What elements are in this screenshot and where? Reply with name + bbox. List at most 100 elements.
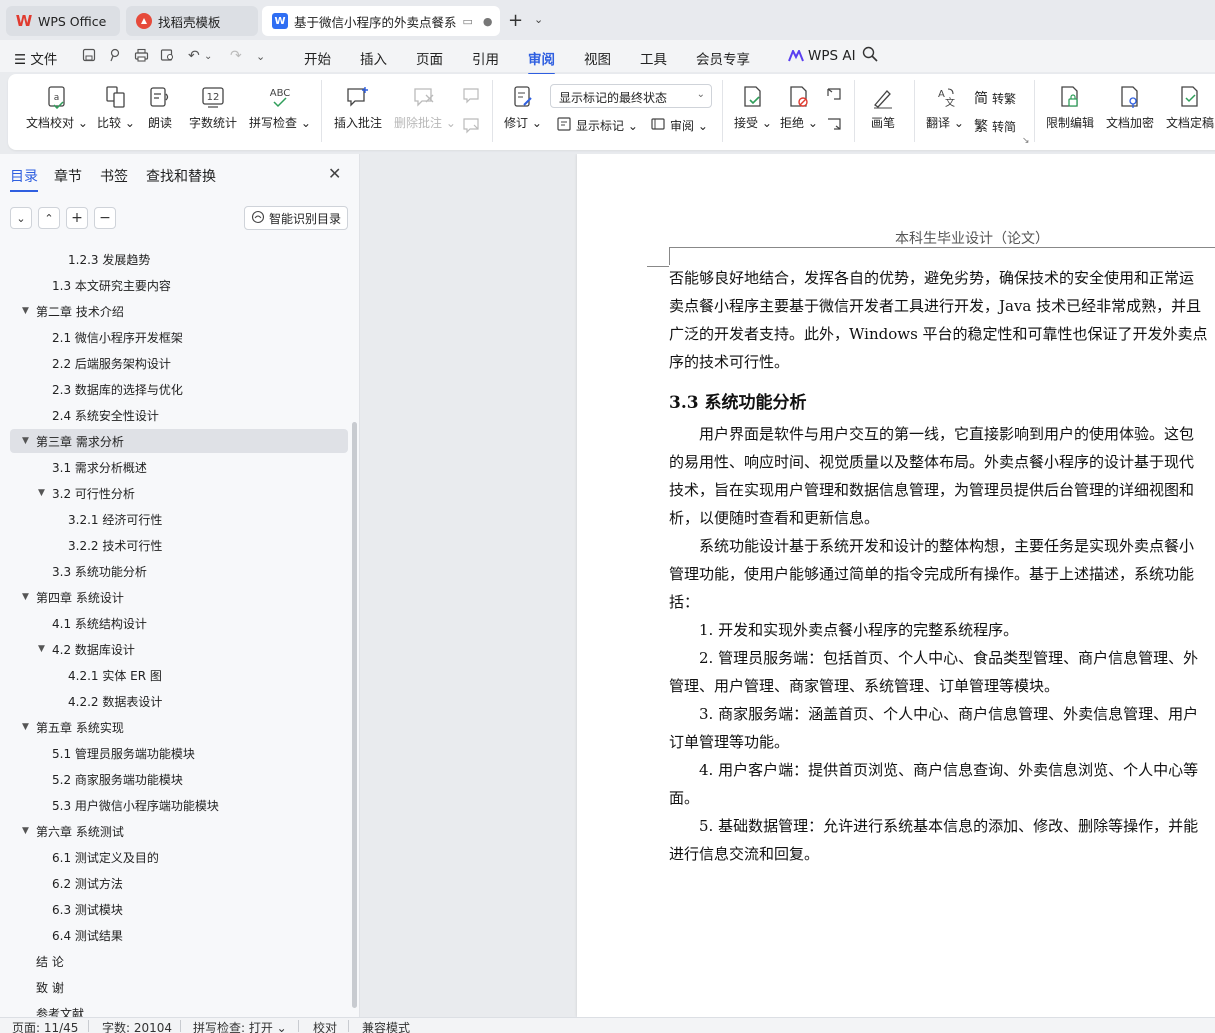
- expand-arrow-icon[interactable]: ▼: [22, 436, 29, 446]
- undo-icon[interactable]: ↶: [188, 48, 200, 64]
- toc-item[interactable]: 6.1 测试定义及目的: [10, 845, 348, 869]
- toc-item[interactable]: 3.1 需求分析概述: [10, 455, 348, 479]
- menu-member[interactable]: 会员专享: [696, 48, 750, 68]
- toc-item[interactable]: 结 论: [10, 949, 348, 973]
- menu-page[interactable]: 页面: [416, 48, 443, 68]
- menu-view[interactable]: 视图: [584, 48, 611, 68]
- show-markup-button[interactable]: 显示标记 ⌄: [556, 116, 638, 135]
- undo-dropdown-icon[interactable]: ⌄: [204, 51, 212, 62]
- chevron-down-icon[interactable]: ⌄: [534, 13, 543, 26]
- toc-item[interactable]: 6.4 测试结果: [10, 923, 348, 947]
- toc-item[interactable]: 2.3 数据库的选择与优化: [10, 377, 348, 401]
- toc-item[interactable]: 3.3 系统功能分析: [10, 559, 348, 583]
- menu-insert[interactable]: 插入: [360, 48, 387, 68]
- doc-check-button[interactable]: a 文档校对 ⌄: [26, 84, 88, 131]
- toc-item[interactable]: 4.1 系统结构设计: [10, 611, 348, 635]
- expand-arrow-icon[interactable]: ▼: [22, 592, 29, 602]
- smart-toc-button[interactable]: 智能识别目录: [244, 206, 348, 230]
- next-comment-icon[interactable]: [462, 116, 482, 134]
- pen-button[interactable]: 画笔: [870, 84, 896, 131]
- menu-home[interactable]: 开始: [304, 48, 331, 68]
- translate-button[interactable]: A文 翻译 ⌄: [926, 84, 964, 131]
- to-traditional-button[interactable]: 简 转繁: [974, 88, 1016, 108]
- toc-item[interactable]: 参考文献: [10, 1001, 348, 1018]
- menu-review[interactable]: 审阅: [528, 48, 555, 75]
- finalize-button[interactable]: 文档定稿: [1166, 84, 1214, 131]
- toc-item[interactable]: ▼ 第五章 系统实现: [10, 715, 348, 739]
- window-icon[interactable]: ▭: [463, 15, 473, 28]
- expand-arrow-icon[interactable]: ▼: [22, 722, 29, 732]
- toc-item[interactable]: 2.4 系统安全性设计: [10, 403, 348, 427]
- revise-button[interactable]: 修订 ⌄: [504, 84, 542, 131]
- toc-item[interactable]: ▼ 第四章 系统设计: [10, 585, 348, 609]
- insert-comment-button[interactable]: 插入批注: [334, 84, 382, 131]
- document-page[interactable]: 本科生毕业设计（论文） 3.3 系统功能分析 否能够良好地结合，发挥各自的优势，…: [577, 154, 1215, 1017]
- previous-change-icon[interactable]: [824, 86, 844, 104]
- toc-item[interactable]: ▼ 4.2 数据库设计: [10, 637, 348, 661]
- word-count-button[interactable]: 12 字数统计: [189, 84, 237, 131]
- search-icon[interactable]: [862, 46, 878, 66]
- tab-bookmarks[interactable]: 书签: [100, 166, 128, 186]
- menu-tools[interactable]: 工具: [640, 48, 667, 68]
- toc-item[interactable]: 6.3 测试模块: [10, 897, 348, 921]
- spell-check-button[interactable]: ABC 拼写检查 ⌄: [249, 84, 311, 131]
- menu-file[interactable]: ☰ 文件: [14, 48, 57, 68]
- previous-comment-icon[interactable]: [462, 86, 482, 104]
- to-simplified-button[interactable]: 繁 转简: [974, 116, 1016, 136]
- quick-access-more-icon[interactable]: ⌄: [256, 50, 265, 63]
- unsaved-dot-icon[interactable]: ●: [483, 15, 493, 28]
- new-tab-icon[interactable]: +: [508, 10, 523, 31]
- compare-button[interactable]: 比较 ⌄: [97, 84, 135, 131]
- expand-arrow-icon[interactable]: ▼: [22, 306, 29, 316]
- expand-arrow-icon[interactable]: ▼: [22, 826, 29, 836]
- toc-item[interactable]: 2.2 后端服务架构设计: [10, 351, 348, 375]
- toc-item[interactable]: 致 谢: [10, 975, 348, 999]
- toc-item[interactable]: ▼ 第二章 技术介绍: [10, 299, 348, 323]
- tab-chapters[interactable]: 章节: [54, 166, 82, 186]
- spell-check-status[interactable]: 拼写检查: 打开 ⌄: [193, 1019, 287, 1033]
- add-heading-button[interactable]: +: [66, 207, 88, 229]
- tab-document[interactable]: W 基于微信小程序的外卖点餐系 ▭ ●: [262, 6, 500, 36]
- reject-button[interactable]: 拒绝 ⌄: [780, 84, 818, 131]
- menu-wps-ai[interactable]: WPS AI: [788, 48, 856, 64]
- remove-heading-button[interactable]: −: [94, 207, 116, 229]
- tab-find-replace[interactable]: 查找和替换: [146, 166, 216, 186]
- toc-item[interactable]: 5.1 管理员服务端功能模块: [10, 741, 348, 765]
- toc-item[interactable]: ▼ 第六章 系统测试: [10, 819, 348, 843]
- print-icon[interactable]: [134, 48, 149, 66]
- toc-item[interactable]: 4.2.2 数据表设计: [10, 689, 348, 713]
- redo-icon[interactable]: ↷: [230, 48, 242, 64]
- delete-comment-button[interactable]: 删除批注 ⌄: [394, 84, 456, 131]
- toc-item[interactable]: 1.2.3 发展趋势: [10, 248, 348, 271]
- word-count-status[interactable]: 字数: 20104: [102, 1019, 172, 1033]
- accept-button[interactable]: 接受 ⌄: [734, 84, 772, 131]
- toc-item[interactable]: 1.3 本文研究主要内容: [10, 273, 348, 297]
- toc-item[interactable]: 3.2.1 经济可行性: [10, 507, 348, 531]
- tab-template[interactable]: 找稻壳模板: [126, 6, 258, 36]
- toc-item[interactable]: ▼ 第三章 需求分析: [10, 429, 348, 453]
- expand-down-button[interactable]: ⌄: [10, 207, 32, 229]
- toc-item[interactable]: 6.2 测试方法: [10, 871, 348, 895]
- toc-item[interactable]: 5.3 用户微信小程序端功能模块: [10, 793, 348, 817]
- toc-item[interactable]: 4.2.1 实体 ER 图: [10, 663, 348, 687]
- print-preview-icon[interactable]: [160, 48, 175, 66]
- encrypt-button[interactable]: 文档加密: [1106, 84, 1154, 131]
- expand-arrow-icon[interactable]: ▼: [38, 488, 45, 498]
- toc-item[interactable]: ▼ 3.2 可行性分析: [10, 481, 348, 505]
- toc-scrollbar[interactable]: [352, 422, 357, 1008]
- toc-item[interactable]: 3.2.2 技术可行性: [10, 533, 348, 557]
- read-aloud-button[interactable]: 朗读: [147, 84, 173, 131]
- page-indicator[interactable]: 页面: 11/45: [12, 1019, 78, 1033]
- restrict-edit-button[interactable]: 限制编辑: [1046, 84, 1094, 131]
- close-icon[interactable]: ✕: [328, 164, 341, 183]
- review-pane-button[interactable]: 审阅 ⌄: [650, 116, 708, 135]
- menu-references[interactable]: 引用: [472, 48, 499, 68]
- save-icon[interactable]: [82, 48, 96, 66]
- toc-item[interactable]: 2.1 微信小程序开发框架: [10, 325, 348, 349]
- expand-arrow-icon[interactable]: ▼: [38, 644, 45, 654]
- toc-item[interactable]: 5.2 商家服务端功能模块: [10, 767, 348, 791]
- collapse-up-button[interactable]: ⌃: [38, 207, 60, 229]
- markup-mode-select[interactable]: 显示标记的最终状态 ⌄: [550, 84, 712, 108]
- dialog-launcher-icon[interactable]: ↘: [1022, 136, 1030, 146]
- tab-toc[interactable]: 目录: [10, 166, 38, 192]
